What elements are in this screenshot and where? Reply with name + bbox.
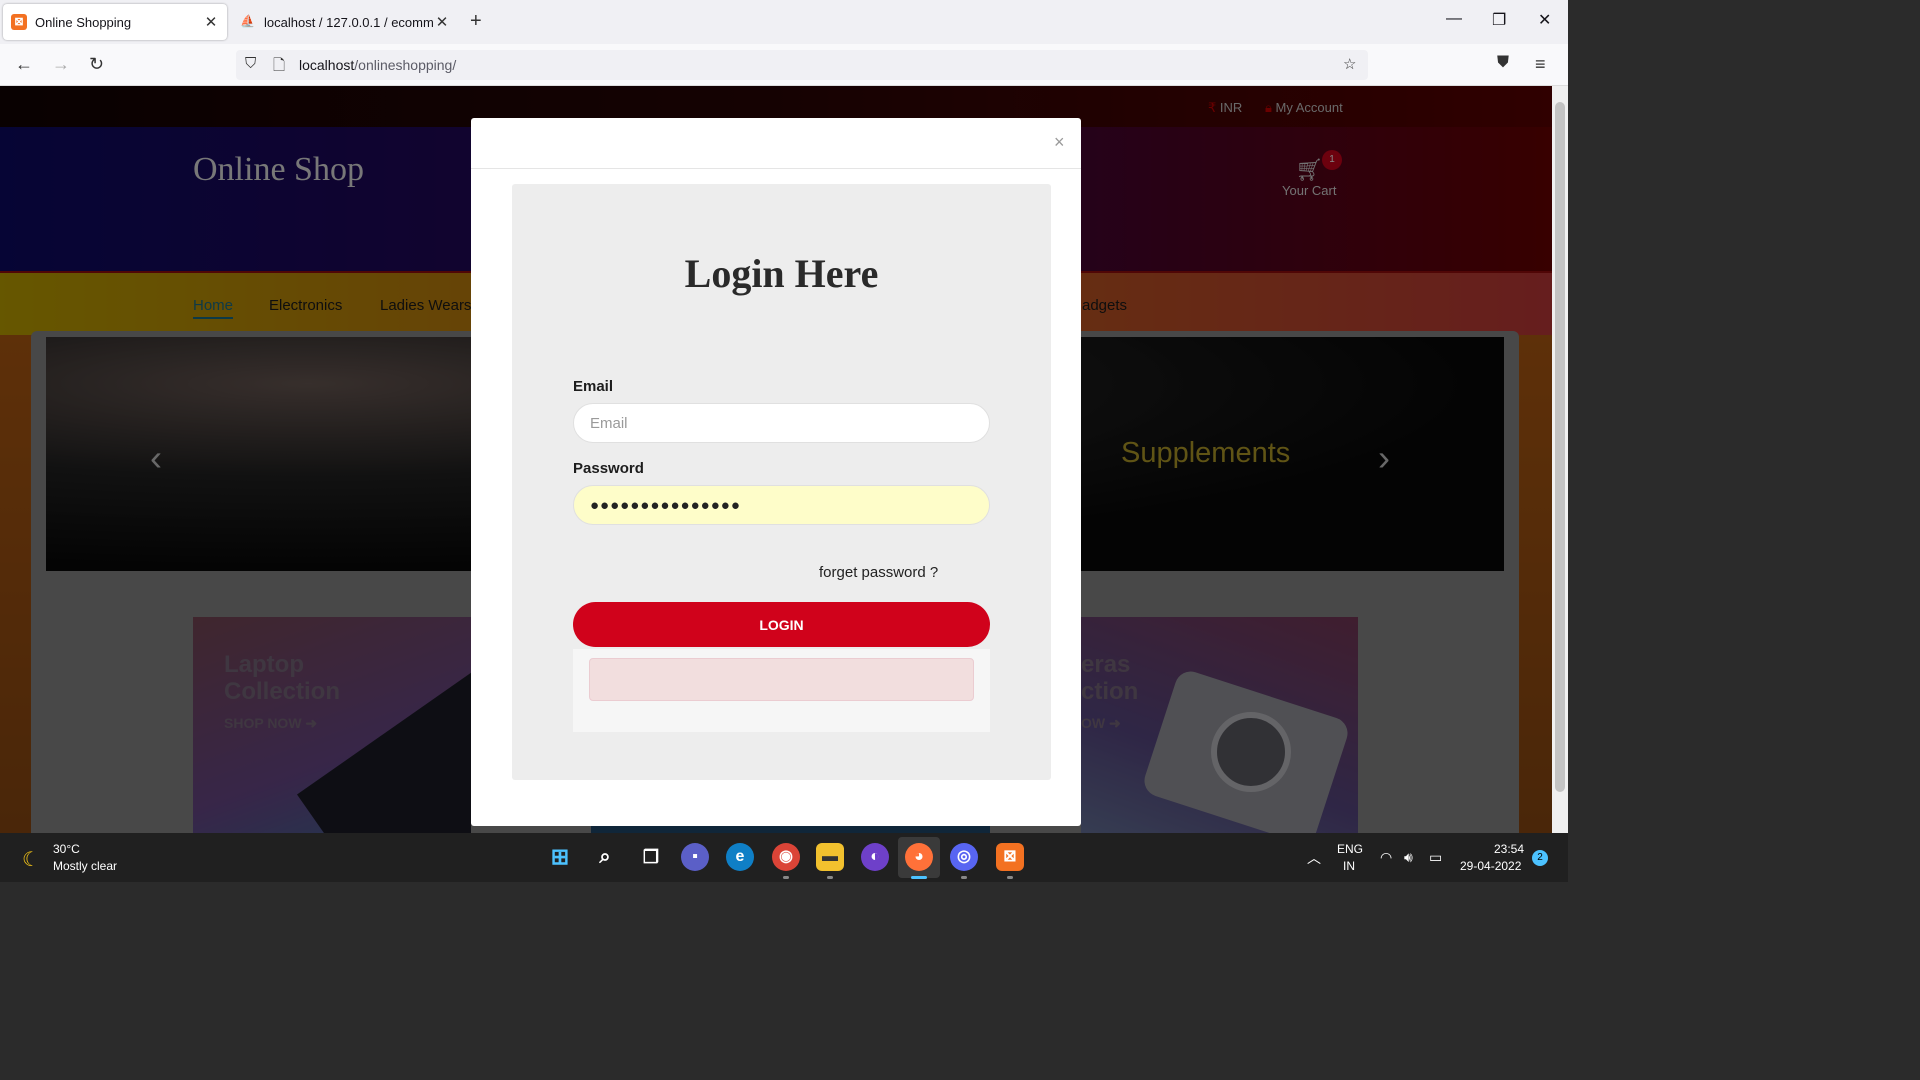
moon-weather-icon[interactable]: ☾ <box>22 847 40 872</box>
phpmyadmin-favicon-icon: ⛵ <box>240 14 255 28</box>
weather-temperature[interactable]: 30°C <box>53 842 80 856</box>
login-title: Login Here <box>684 251 879 296</box>
minimize-icon[interactable]: — <box>1446 10 1462 28</box>
close-icon[interactable]: × <box>1054 132 1065 153</box>
login-modal: × Login Here Email Password forget passw… <box>471 118 1081 826</box>
tab-phpmyadmin[interactable]: ⛵ localhost / 127.0.0.1 / ecommer ✕ <box>232 4 458 40</box>
address-bar[interactable]: ⛉ 🗋 localhost/onlineshopping/ ☆ <box>236 50 1368 80</box>
search-icon[interactable]: ⌕ <box>591 843 619 871</box>
clock-date[interactable]: 29-04-2022 <box>1460 859 1521 873</box>
wifi-icon[interactable]: ◠ <box>1380 849 1392 866</box>
modal-header: × <box>471 118 1081 169</box>
notification-badge[interactable]: 2 <box>1532 850 1548 866</box>
bookmark-star-icon[interactable]: ☆ <box>1343 55 1356 73</box>
close-tab-icon[interactable]: ✕ <box>434 13 450 31</box>
page-icon: 🗋 <box>273 57 286 74</box>
task-view-icon[interactable]: ❒ <box>637 843 665 871</box>
back-icon[interactable]: ← <box>15 54 33 75</box>
new-tab-button[interactable]: + <box>470 10 482 33</box>
file-explorer-icon[interactable]: ▬ <box>816 843 844 871</box>
forget-password-link[interactable]: forget password ? <box>819 564 938 581</box>
forward-icon[interactable]: → <box>52 54 70 75</box>
email-input[interactable] <box>573 403 990 443</box>
language-line1[interactable]: ENG <box>1337 842 1363 856</box>
reload-icon[interactable]: ↻ <box>89 54 104 75</box>
xampp-favicon-icon: ⊠ <box>11 14 27 30</box>
running-indicator <box>783 876 789 879</box>
running-indicator <box>961 876 967 879</box>
chrome-icon[interactable]: ◉ <box>772 843 800 871</box>
error-alert-box <box>589 658 974 701</box>
email-label: Email <box>573 378 614 395</box>
tab-title: Online Shopping <box>35 14 132 30</box>
windows-start-icon[interactable]: ⊞ <box>546 843 574 871</box>
chevron-up-icon[interactable]: ︿ <box>1307 848 1321 868</box>
url-host: localhost <box>299 57 355 73</box>
edge-icon[interactable]: e <box>726 843 754 871</box>
running-indicator <box>1007 876 1013 879</box>
password-input[interactable] <box>573 485 990 525</box>
xampp-icon[interactable]: ⊠ <box>996 843 1024 871</box>
password-label: Password <box>573 460 644 477</box>
restore-icon[interactable]: ❐ <box>1492 10 1506 30</box>
pocket-icon[interactable]: ⛊ <box>1497 54 1509 72</box>
shield-icon[interactable]: ⛉ <box>245 55 256 72</box>
running-indicator <box>827 876 833 879</box>
volume-icon[interactable]: 🔊︎ <box>1404 849 1413 866</box>
battery-icon[interactable]: ▭ <box>1429 849 1442 866</box>
scrollbar-thumb[interactable] <box>1555 102 1565 792</box>
clock-time[interactable]: 23:54 <box>1494 842 1524 856</box>
browser-nav-bar: ← → ↻ ⛉ 🗋 localhost/onlineshopping/ ☆ ⛊ … <box>0 44 1568 86</box>
weather-description[interactable]: Mostly clear <box>53 859 117 873</box>
login-panel: Login Here Email Password forget passwor… <box>512 184 1051 780</box>
active-indicator <box>911 876 927 879</box>
firefox-icon[interactable]: ◕ <box>905 843 933 871</box>
close-tab-icon[interactable]: ✕ <box>203 13 219 31</box>
message-container <box>573 649 990 732</box>
teams-chat-icon[interactable]: ▪ <box>681 843 709 871</box>
language-line2[interactable]: IN <box>1343 859 1355 873</box>
tab-online-shopping[interactable]: ⊠ Online Shopping ✕ <box>3 4 227 40</box>
tab-title: localhost / 127.0.0.1 / ecommer <box>264 14 434 30</box>
url-path: /onlineshopping/ <box>354 57 457 73</box>
github-desktop-icon[interactable]: ◐ <box>861 843 889 871</box>
discord-icon[interactable]: ◎ <box>950 843 978 871</box>
browser-tab-bar: ⊠ Online Shopping ✕ ⛵ localhost / 127.0.… <box>0 0 1568 44</box>
login-button[interactable]: LOGIN <box>573 602 990 647</box>
close-window-icon[interactable]: ✕ <box>1538 10 1551 30</box>
url-text[interactable]: localhost/onlineshopping/ <box>299 57 456 73</box>
windows-taskbar: ☾ 30°C Mostly clear ⊞ ⌕ ❒ ▪ e ◉ ▬ ◐ ◕ ◎ … <box>0 833 1568 882</box>
menu-icon[interactable]: ≡ <box>1535 54 1546 75</box>
